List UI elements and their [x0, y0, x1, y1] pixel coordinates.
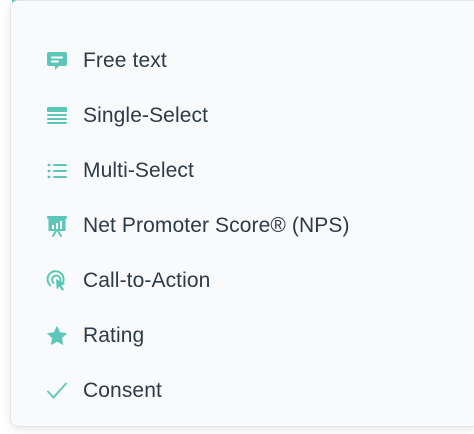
question-type-dropdown: Free text Single-Select Multi-Select Net…: [0, 0, 474, 434]
menu-item-free-text[interactable]: Free text: [11, 33, 474, 88]
menu-item-label: Rating: [83, 323, 145, 347]
menu-item-nps[interactable]: Net Promoter Score® (NPS): [11, 198, 474, 253]
menu-item-label: Multi-Select: [83, 158, 194, 182]
menu-item-consent[interactable]: Consent: [11, 363, 474, 418]
menu-item-label: Consent: [83, 378, 162, 402]
menu-list: Free text Single-Select Multi-Select Net…: [11, 33, 474, 418]
click-pointer-icon: [45, 269, 69, 293]
menu-item-label: Net Promoter Score® (NPS): [83, 213, 350, 237]
menu-item-multi-select[interactable]: Multi-Select: [11, 143, 474, 198]
menu-item-rating[interactable]: Rating: [11, 308, 474, 363]
chat-bubble-icon: [45, 49, 69, 73]
question-type-menu: Free text Single-Select Multi-Select Net…: [10, 0, 474, 427]
presentation-chart-icon: [45, 214, 69, 238]
menu-item-label: Single-Select: [83, 103, 209, 127]
bulleted-list-icon: [45, 159, 69, 183]
star-icon: [45, 324, 69, 348]
menu-item-single-select[interactable]: Single-Select: [11, 88, 474, 143]
menu-item-label: Free text: [83, 48, 167, 72]
checkmark-icon: [45, 379, 69, 403]
stacked-lines-icon: [45, 104, 69, 128]
menu-item-call-to-action[interactable]: Call-to-Action: [11, 253, 474, 308]
menu-item-label: Call-to-Action: [83, 268, 211, 292]
